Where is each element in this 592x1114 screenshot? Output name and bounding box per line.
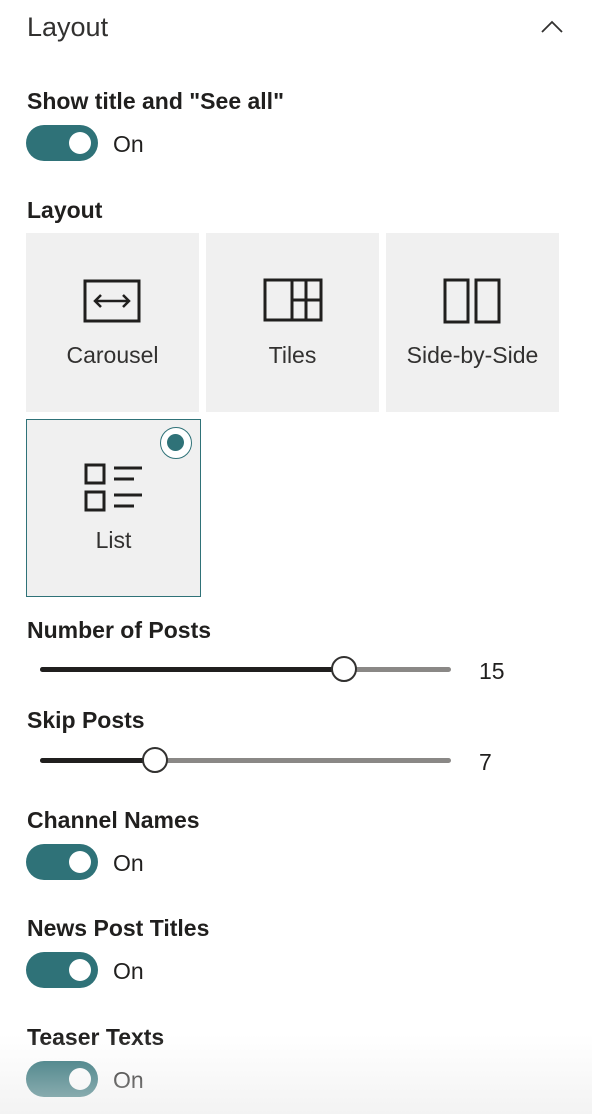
channel-names-label: Channel Names [27,807,200,833]
slider-thumb[interactable] [142,747,169,773]
layout-option-label: List [95,527,132,553]
toggle-knob [69,1068,91,1090]
skip-posts-label: Skip Posts [27,707,145,733]
layout-option-tiles[interactable]: Tiles [206,233,379,412]
teaser-texts-toggle[interactable] [26,1061,98,1097]
layout-option-label: Side-by-Side [406,342,539,368]
side-by-side-icon [443,278,501,324]
slider-thumb[interactable] [331,656,358,682]
toggle-knob [69,959,91,981]
layout-option-side-by-side[interactable]: Side-by-Side [386,233,559,412]
number-of-posts-value: 15 [479,658,505,684]
layout-option-carousel[interactable]: Carousel [26,233,199,412]
skip-posts-value: 7 [479,749,492,775]
toggle-knob [69,851,91,873]
list-icon [84,463,142,512]
channel-names-state: On [113,850,144,876]
toggle-knob [69,132,91,154]
show-title-state: On [113,131,144,157]
show-title-toggle[interactable] [26,125,98,161]
selected-radio-indicator [160,427,192,459]
teaser-texts-state: On [113,1067,144,1093]
layout-option-label: Carousel [66,342,159,368]
radio-dot [167,434,184,451]
news-post-titles-toggle[interactable] [26,952,98,988]
layout-label: Layout [27,197,103,223]
number-of-posts-label: Number of Posts [27,617,212,643]
layout-option-label: Tiles [268,342,317,368]
skip-posts-slider[interactable] [40,747,451,773]
show-title-label: Show title and "See all" [27,88,284,114]
teaser-texts-label: Teaser Texts [27,1024,165,1050]
carousel-icon [83,279,141,323]
tiles-icon [263,278,323,322]
chevron-up-icon [541,20,563,33]
collapse-button[interactable] [538,14,566,42]
channel-names-toggle[interactable] [26,844,98,880]
news-post-titles-label: News Post Titles [27,915,210,941]
number-of-posts-slider[interactable] [40,656,451,682]
panel-title: Layout [27,12,109,42]
slider-fill [40,667,345,672]
slider-fill [40,758,156,763]
layout-option-list[interactable]: List [26,419,201,597]
news-post-titles-state: On [113,958,144,984]
